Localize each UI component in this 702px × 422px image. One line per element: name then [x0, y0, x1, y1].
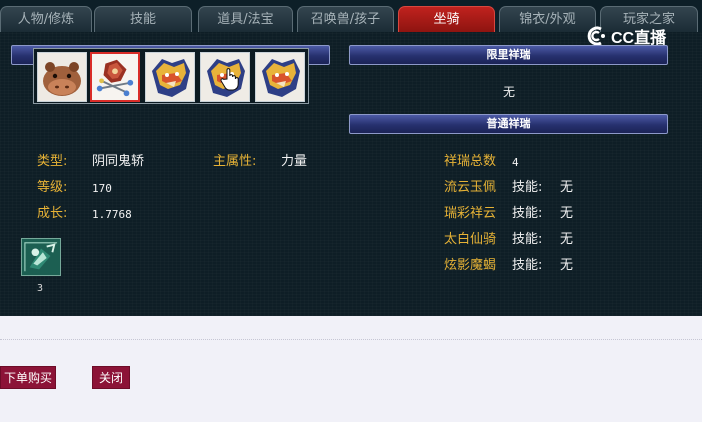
type-value: 阴同鬼轿 — [92, 154, 145, 169]
auspicious-item-name: 瑞彩祥云 — [444, 206, 497, 221]
main-attribute-value: 力量 — [281, 154, 308, 169]
auspicious-item-skill-value: 无 — [560, 232, 574, 247]
auspicious-item-skill-value: 无 — [560, 206, 574, 221]
mount-list — [33, 48, 309, 104]
ghost-sedan-mount-icon — [92, 54, 138, 100]
hippo-mount-icon — [38, 53, 86, 101]
mount-skill-icon — [22, 239, 60, 275]
auspicious-item-name: 流云玉佩 — [444, 180, 497, 195]
level-label: 等级: — [37, 180, 68, 195]
mount-slot-3[interactable] — [145, 52, 195, 102]
cc-logo-icon — [587, 26, 605, 46]
mount-skill-slot[interactable] — [21, 238, 61, 276]
dragon-head-mount-icon — [201, 53, 249, 101]
tab-character[interactable]: 人物/修炼 — [0, 6, 92, 32]
auspicious-item-skill-value: 无 — [560, 258, 574, 273]
auspicious-item-skill-label: 技能: — [512, 206, 543, 221]
mount-slot-2[interactable] — [90, 52, 140, 102]
order-buy-button[interactable]: 下单购买 — [0, 366, 56, 389]
limited-auspicious-empty: 无 — [503, 85, 516, 99]
auspicious-item-name: 炫影魔蝎 — [444, 258, 497, 273]
tab-items[interactable]: 道具/法宝 — [198, 6, 293, 32]
auspicious-item-skill-label: 技能: — [512, 180, 543, 195]
normal-auspicious-header: 普通祥瑞 — [349, 114, 668, 134]
auspicious-total-label: 祥瑞总数 — [444, 154, 497, 169]
mount-slot-4[interactable] — [200, 52, 250, 102]
auspicious-item-skill-label: 技能: — [512, 258, 543, 273]
skill-count: 3 — [37, 283, 44, 294]
auspicious-total-value: 4 — [512, 156, 519, 169]
main-attribute-label: 主属性: — [213, 154, 257, 169]
tab-outfit[interactable]: 锦衣/外观 — [499, 6, 596, 32]
close-button[interactable]: 关闭 — [92, 366, 130, 389]
tab-skills[interactable]: 技能 — [94, 6, 192, 32]
type-label: 类型: — [37, 154, 68, 169]
growth-label: 成长: — [37, 206, 68, 221]
dragon-head-mount-icon — [256, 53, 304, 101]
tab-mount[interactable]: 坐骑 — [398, 6, 495, 32]
mount-slot-1[interactable] — [37, 52, 87, 102]
auspicious-item-skill-value: 无 — [560, 180, 574, 195]
mount-slot-5[interactable] — [255, 52, 305, 102]
auspicious-item-skill-label: 技能: — [512, 232, 543, 247]
auspicious-item-name: 太白仙骑 — [444, 232, 497, 247]
tab-summons[interactable]: 召唤兽/孩子 — [297, 6, 394, 32]
divider — [0, 339, 702, 340]
limited-auspicious-header: 限里祥瑞 — [349, 45, 668, 65]
dragon-head-mount-icon — [146, 53, 194, 101]
level-value: 170 — [92, 182, 112, 195]
growth-value: 1.7768 — [92, 208, 132, 221]
